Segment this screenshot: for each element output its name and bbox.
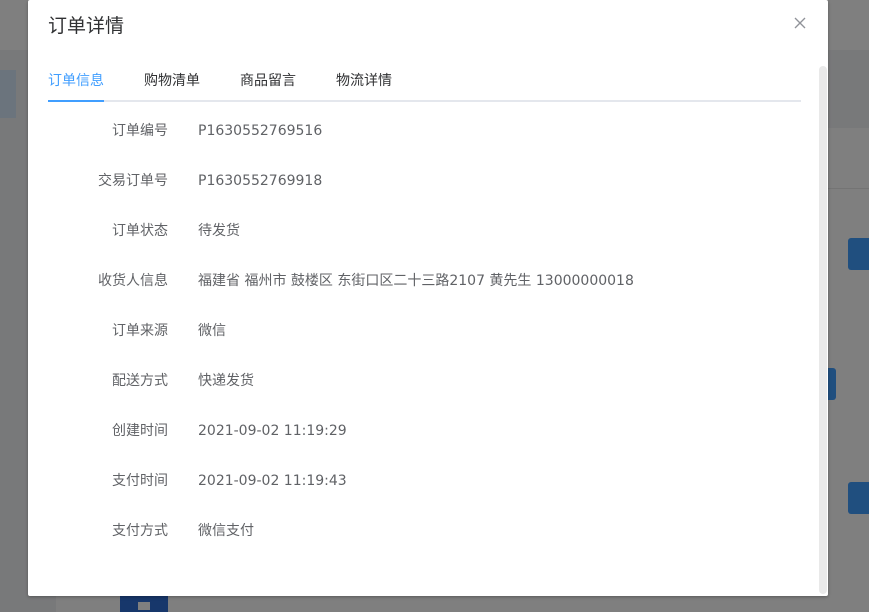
close-button[interactable] [791, 14, 809, 32]
order-status-row: 订单状态 待发货 [28, 206, 788, 256]
consignee-label: 收货人信息 [98, 273, 168, 289]
tab-logistics[interactable]: 物流详情 [336, 62, 392, 100]
order-number-value: P1630552769516 [198, 123, 323, 139]
payment-time-row: 支付时间 2021-09-02 11:19:43 [28, 456, 788, 506]
transaction-number-label: 交易订单号 [98, 173, 168, 189]
order-info-list: 订单编号 P1630552769516 交易订单号 P1630552769918… [28, 106, 788, 556]
payment-method-row: 支付方式 微信支付 [28, 506, 788, 556]
order-number-label: 订单编号 [112, 123, 168, 139]
delivery-method-label: 配送方式 [112, 373, 168, 389]
order-detail-dialog: 订单详情 订单信息 购物清单 商品留言 物流详情 订单编号 P163055276… [28, 0, 828, 596]
order-source-label: 订单来源 [112, 323, 168, 339]
order-status-label: 订单状态 [112, 223, 168, 239]
tab-order-info[interactable]: 订单信息 [48, 62, 104, 100]
active-tab-indicator [48, 100, 104, 102]
created-time-value: 2021-09-02 11:19:29 [198, 423, 347, 439]
dialog-scrollbar[interactable] [819, 66, 827, 594]
order-source-row: 订单来源 微信 [28, 306, 788, 356]
consignee-value: 福建省 福州市 鼓楼区 东街口区二十三路2107 黄先生 13000000018 [198, 273, 634, 289]
dialog-title: 订单详情 [48, 15, 125, 37]
payment-time-label: 支付时间 [112, 473, 168, 489]
order-status-value: 待发货 [198, 223, 240, 239]
order-source-value: 微信 [198, 323, 226, 339]
delivery-method-row: 配送方式 快递发货 [28, 356, 788, 406]
tab-bar: 订单信息 购物清单 商品留言 物流详情 [48, 62, 801, 102]
tab-shopping-list[interactable]: 购物清单 [144, 62, 200, 100]
transaction-number-value: P1630552769918 [198, 173, 323, 189]
transaction-number-row: 交易订单号 P1630552769918 [28, 156, 788, 206]
consignee-row: 收货人信息 福建省 福州市 鼓楼区 东街口区二十三路2107 黄先生 13000… [28, 256, 788, 306]
created-time-label: 创建时间 [112, 423, 168, 439]
payment-method-label: 支付方式 [112, 523, 168, 539]
close-icon [794, 17, 806, 29]
order-number-row: 订单编号 P1630552769516 [28, 106, 788, 156]
payment-time-value: 2021-09-02 11:19:43 [198, 473, 347, 489]
delivery-method-value: 快递发货 [198, 373, 254, 389]
created-time-row: 创建时间 2021-09-02 11:19:29 [28, 406, 788, 456]
payment-method-value: 微信支付 [198, 523, 254, 539]
tab-product-message[interactable]: 商品留言 [240, 62, 296, 100]
